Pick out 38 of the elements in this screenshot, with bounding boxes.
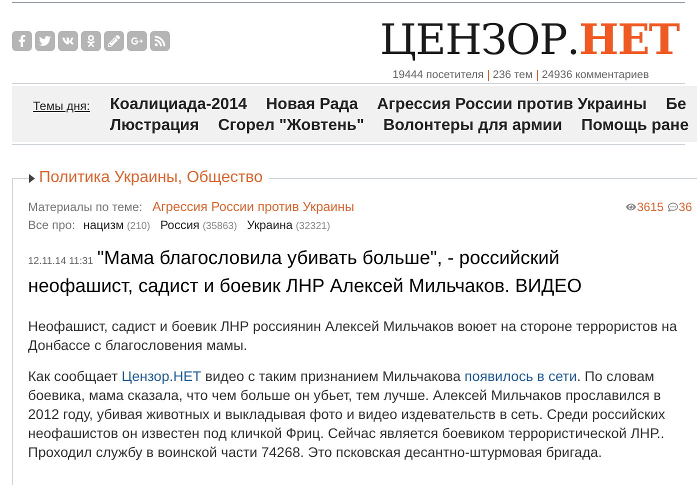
article-link[interactable]: Цензор.НЕТ [122,368,202,384]
views-icon [626,202,636,212]
tag-count: (210) [126,220,150,234]
article-date: 12.11.14 11:31 [28,256,94,267]
rss-icon[interactable] [150,31,170,51]
topic-link[interactable]: Коалициада-2014 [110,94,247,115]
tag-count: (35863) [202,220,238,234]
article-link[interactable]: появилось в сети [464,368,577,384]
topic-link[interactable]: Волонтеры для армии [383,115,562,136]
tag-count: (32321) [296,220,330,234]
site-stat: 236 тем [492,68,533,83]
topic-link[interactable]: Помощь ране [581,115,689,136]
materials-label: Материалы по теме: [28,199,142,216]
tags-label: Все про: [28,217,76,234]
comments-icon [668,202,678,212]
vk-icon[interactable] [58,31,78,51]
topics-label[interactable]: Темы дня: [33,97,90,142]
topic-link[interactable]: Новая Рада [266,94,358,115]
topic-link[interactable]: Люстрация [110,115,200,136]
views-count: 3615 [636,199,664,216]
site-stat: 19444 посетителя [392,68,484,83]
pencil-icon[interactable] [104,31,124,51]
topic-link[interactable]: Агрессия России против Украины [377,94,647,115]
tag-link[interactable]: Украина [247,216,293,234]
site-stat: 24936 комментариев [542,68,649,83]
triangle-icon [29,174,35,182]
tag-link[interactable]: Россия [160,216,200,234]
article-lead: Неофашист, садист и боевик ЛНР россиянин Алексей Мильчаков воюет на стороне террористов на Донбассе с благословения мамы. [28,317,678,355]
twitter-icon[interactable] [35,31,55,51]
topic-link[interactable]: Бе [666,94,686,115]
topic-link[interactable]: Сгорел "Жовтень" [218,115,364,136]
site-logo[interactable]: ЦЕНЗОР.НЕТ [380,15,679,65]
google-plus-icon[interactable] [127,31,147,51]
tag-link[interactable]: нацизм [83,216,124,234]
article-title: 12.11.14 11:31 "Мама благословила убивать больше", - российский неофашист, садист и боевик ЛНР Алексей Мильчаков. ВИДЕО [28,247,583,299]
odnoklassniki-icon[interactable] [81,31,101,51]
facebook-icon[interactable] [12,31,32,51]
article-body: Как сообщает Цензор.НЕТ видео с таким признанием Мильчакова появилось в сети. По словам боевика, мама сказала, что чем больше он убьет, тем лучше. Алексей Мильчаков прославился в 2012 году, убивая животных и выкладывая фото и видео издевательств в сеть. Среди российских неофашистов он известен под кличкой Фриц. Сейчас является боевиком террористической ЛНР.. Проходил службу в воинской части 74268. Это псковская десантно-штурмовая бригада. [28,367,666,462]
